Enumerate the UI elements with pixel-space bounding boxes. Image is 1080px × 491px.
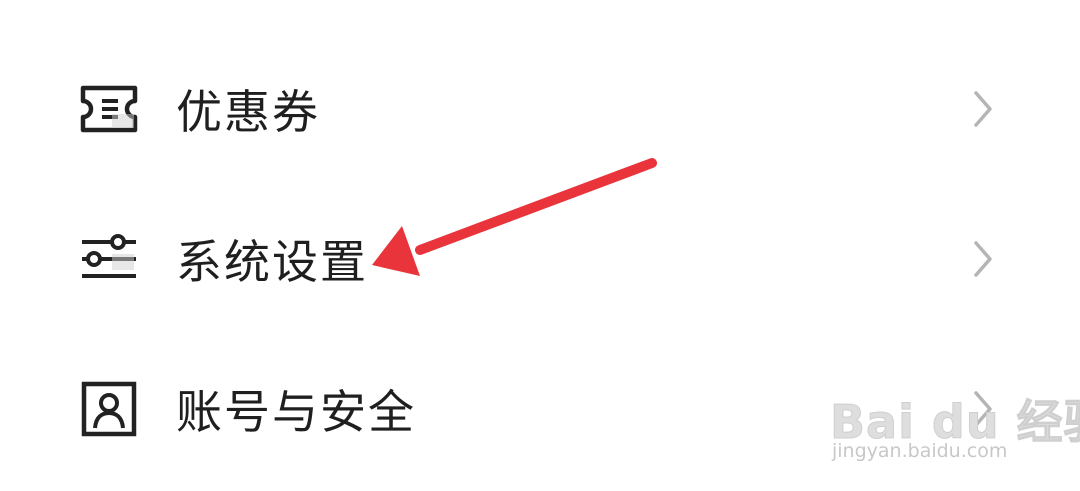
- coupon-icon: [78, 78, 140, 140]
- settings-menu-screen: 优惠券 系统设置 账号与安全 Bai du 经 jingyan.baidu.co…: [0, 0, 1080, 491]
- menu-item-label: 账号与安全: [176, 385, 416, 439]
- settings-sliders-icon: [78, 228, 140, 290]
- chevron-right-icon: [974, 91, 992, 127]
- menu-item-coupon[interactable]: 优惠券: [0, 34, 1080, 184]
- watermark-url: jingyan.baidu.com: [832, 440, 1008, 462]
- baidu-watermark: Bai du 经验 jingyan.baidu.com: [826, 372, 1080, 472]
- menu-item-system-settings[interactable]: 系统设置: [0, 184, 1080, 334]
- menu-item-label: 系统设置: [176, 235, 368, 289]
- chevron-right-icon: [974, 241, 992, 277]
- menu-item-label: 优惠券: [176, 85, 320, 139]
- account-icon: [78, 378, 140, 440]
